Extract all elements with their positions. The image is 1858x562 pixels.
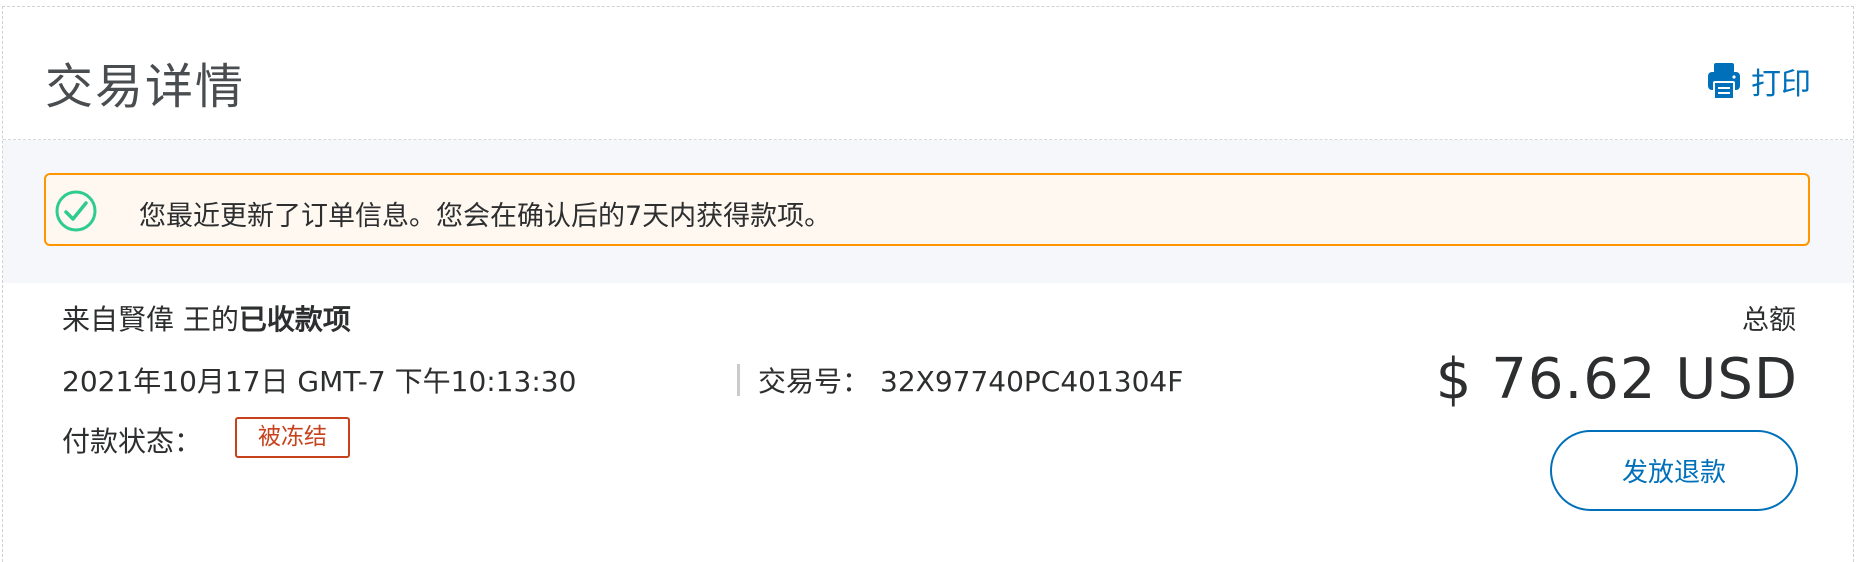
status-badge: 被冻结: [235, 417, 350, 458]
print-label: 打印: [1751, 67, 1811, 102]
payment-source-type: 已收款项: [238, 303, 351, 336]
page-header: 交易详情 打印: [3, 7, 1853, 140]
order-update-notice: 您最近更新了订单信息。您会在确认后的7天内获得款项。: [44, 173, 1810, 246]
printer-icon: [1707, 62, 1741, 100]
notice-text: 您最近更新了订单信息。您会在确认后的7天内获得款项。: [139, 201, 832, 232]
field-divider: [737, 364, 740, 396]
transaction-datetime: 2021年10月17日 GMT-7 下午10:13:30: [62, 365, 577, 398]
transaction-id: 32X97740PC401304F: [880, 365, 1184, 398]
issue-refund-button[interactable]: 发放退款: [1550, 430, 1798, 511]
transaction-id-label: 交易号：: [758, 365, 871, 398]
payment-status-label: 付款状态：: [62, 425, 203, 458]
page-title: 交易详情: [45, 59, 246, 115]
payment-source-prefix: 来自賢偉 王的: [62, 303, 239, 336]
total-amount: $ 76.62 USD: [1435, 347, 1798, 412]
transaction-id-row: 交易号： 32X97740PC401304F: [758, 360, 1183, 400]
check-circle-icon: [54, 189, 98, 237]
payment-source: 来自賢偉 王的已收款项: [62, 298, 351, 338]
total-label: 总额: [1742, 305, 1796, 336]
print-button[interactable]: 打印: [1707, 59, 1811, 103]
